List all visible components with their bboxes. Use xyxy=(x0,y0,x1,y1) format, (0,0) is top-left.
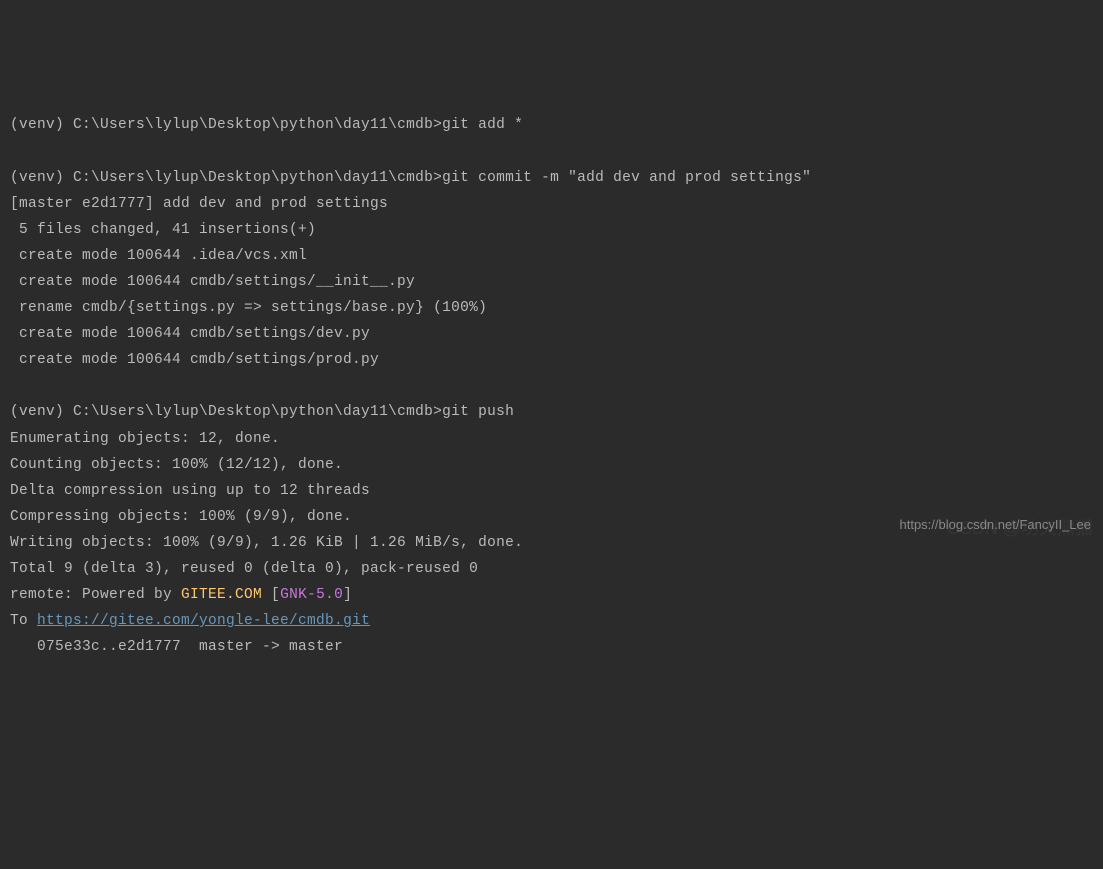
terminal-line: create mode 100644 cmdb/settings/dev.py xyxy=(10,321,1093,347)
terminal-line: create mode 100644 .idea/vcs.xml xyxy=(10,243,1093,269)
terminal-line: create mode 100644 cmdb/settings/__init_… xyxy=(10,269,1093,295)
command-text: git push xyxy=(442,404,514,420)
venv-indicator: (venv) xyxy=(10,404,73,420)
command-text: git add * xyxy=(442,117,523,133)
terminal-line: create mode 100644 cmdb/settings/prod.py xyxy=(10,347,1093,373)
repository-url-link[interactable]: https://gitee.com/yongle-lee/cmdb.git xyxy=(37,613,370,629)
prompt-path: C:\Users\lylup\Desktop\python\day11\cmdb… xyxy=(73,404,442,420)
terminal-line: (venv) C:\Users\lylup\Desktop\python\day… xyxy=(10,112,1093,138)
terminal-line: Enumerating objects: 12, done. xyxy=(10,426,1093,452)
terminal-line: Total 9 (delta 3), reused 0 (delta 0), p… xyxy=(10,556,1093,582)
terminal-line: Delta compression using up to 12 threads xyxy=(10,478,1093,504)
terminal-output[interactable]: (venv) C:\Users\lylup\Desktop\python\day… xyxy=(10,112,1093,660)
terminal-line xyxy=(10,373,1093,399)
terminal-line: [master e2d1777] add dev and prod settin… xyxy=(10,191,1093,217)
terminal-line: remote: Powered by GITEE.COM [GNK-5.0] xyxy=(10,582,1093,608)
venv-indicator: (venv) xyxy=(10,117,73,133)
watermark-url: https://blog.csdn.net/FancyII_Lee xyxy=(899,513,1091,536)
terminal-line xyxy=(10,138,1093,164)
prompt-path: C:\Users\lylup\Desktop\python\day11\cmdb… xyxy=(73,117,442,133)
command-text: git commit -m "add dev and prod settings… xyxy=(442,170,811,186)
gnk-version: GNK-5.0 xyxy=(280,587,343,603)
terminal-line: Counting objects: 100% (12/12), done. xyxy=(10,452,1093,478)
gitee-brand: GITEE.COM xyxy=(181,587,262,603)
terminal-line: 075e33c..e2d1777 master -> master xyxy=(10,634,1093,660)
terminal-line: To https://gitee.com/yongle-lee/cmdb.git xyxy=(10,608,1093,634)
terminal-line: 5 files changed, 41 insertions(+) xyxy=(10,217,1093,243)
terminal-line: (venv) C:\Users\lylup\Desktop\python\day… xyxy=(10,399,1093,425)
prompt-path: C:\Users\lylup\Desktop\python\day11\cmdb… xyxy=(73,170,442,186)
terminal-line: rename cmdb/{settings.py => settings/bas… xyxy=(10,295,1093,321)
venv-indicator: (venv) xyxy=(10,170,73,186)
terminal-line: (venv) C:\Users\lylup\Desktop\python\day… xyxy=(10,165,1093,191)
